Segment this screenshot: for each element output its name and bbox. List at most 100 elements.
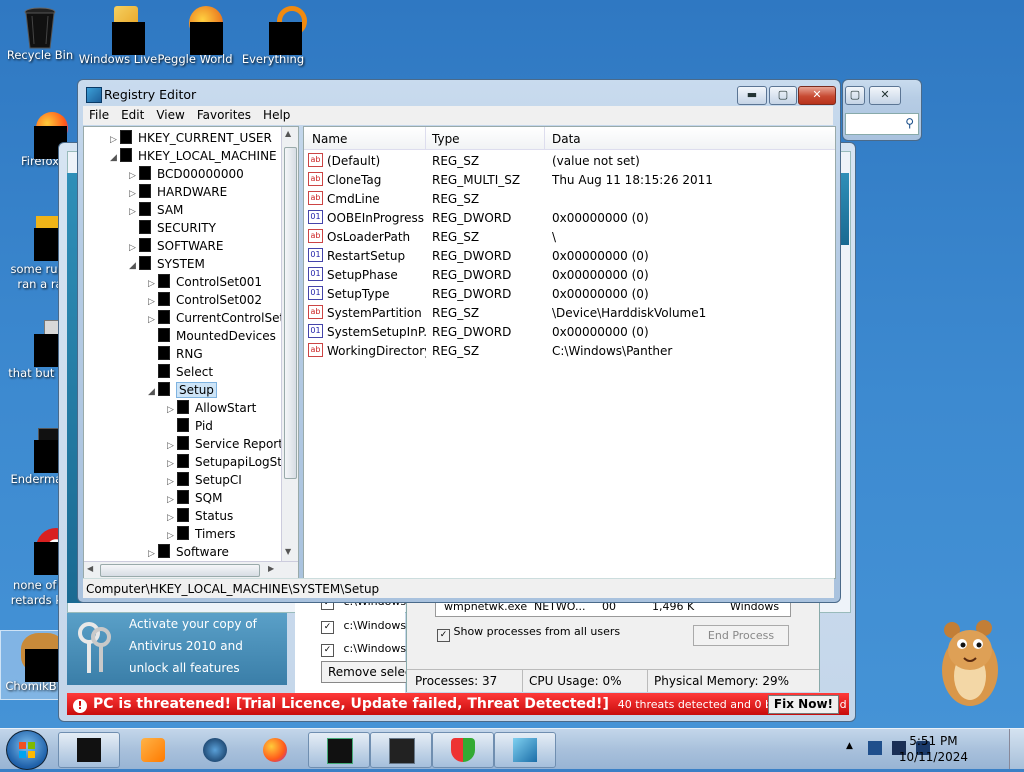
tree-node[interactable]: ▷ SOFTWARE	[129, 237, 223, 255]
tree-node[interactable]: ▷ HARDWARE	[129, 183, 227, 201]
taskbar-app-firefox[interactable]	[244, 732, 306, 768]
registry-value-row[interactable]: ab CmdLine REG_SZ	[304, 190, 835, 209]
tree-node[interactable]: ▷ Timers	[167, 525, 236, 543]
registry-value-row[interactable]: 01 RestartSetup REG_DWORD 0x00000000 (0)	[304, 247, 835, 266]
checkbox-icon[interactable]: ✓	[321, 644, 334, 657]
taskbar-app-monitor[interactable]	[308, 732, 370, 768]
tree-node[interactable]: MountedDevices	[148, 327, 276, 345]
column-header-name[interactable]: Name	[312, 132, 347, 146]
tree-node[interactable]: Select	[148, 363, 213, 381]
menu-favorites[interactable]: Favorites	[191, 106, 257, 122]
tree-expander-icon[interactable]: ▷	[148, 275, 158, 293]
antivirus-promo[interactable]: Activate your copy of Antivirus 2010 and…	[67, 613, 287, 685]
registry-value-row[interactable]: 01 SetupType REG_DWORD 0x00000000 (0)	[304, 285, 835, 304]
tree-node[interactable]: RNG	[148, 345, 203, 363]
tree-expander-icon[interactable]: ◢	[129, 257, 139, 275]
registry-value-row[interactable]: ab SystemPartition REG_SZ \Device\HarddiskV…	[304, 304, 835, 323]
registry-value-row[interactable]: ab OsLoaderPath REG_SZ \	[304, 228, 835, 247]
registry-value-row[interactable]: 01 SystemSetupInP... REG_DWORD 0x00000000 (…	[304, 323, 835, 342]
background-window[interactable]: ▢ ✕ ⚲	[842, 79, 922, 141]
tree-node[interactable]: ▷ HKEY_CURRENT_USER	[110, 129, 272, 147]
desktop-icon-peggle-world[interactable]: Peggle World	[155, 6, 235, 67]
tree-node[interactable]: ▷ AllowStart	[167, 399, 256, 417]
scroll-down-icon[interactable]: ▼	[285, 547, 291, 556]
tree-expander-icon[interactable]: ▷	[148, 293, 158, 311]
taskbar-app-media-player[interactable]	[122, 732, 184, 768]
tree-expander-icon[interactable]: ▷	[167, 509, 177, 527]
tree-expander-icon[interactable]: ▷	[148, 311, 158, 329]
tree-node[interactable]: ◢ SYSTEM	[129, 255, 205, 273]
taskbar-app-antivirus[interactable]	[432, 732, 494, 768]
registry-value-row[interactable]: ab (Default) REG_SZ (value not set)	[304, 152, 835, 171]
desktop-icon-everything[interactable]: Everything	[233, 6, 313, 67]
column-header-type[interactable]: Type	[432, 132, 460, 146]
background-window-close-button[interactable]: ✕	[869, 86, 901, 105]
registry-values-list[interactable]: Name Type Data ab (Default) REG_SZ (value n…	[303, 126, 836, 579]
menu-file[interactable]: File	[83, 106, 115, 122]
show-all-processes-checkbox[interactable]: ✓ Show processes from all users	[437, 625, 620, 642]
taskbar-app-window[interactable]	[370, 732, 432, 768]
remove-selected-button[interactable]: Remove selec	[321, 661, 417, 683]
tree-expander-icon[interactable]: ▷	[129, 203, 139, 221]
tree-expander-icon[interactable]: ◢	[148, 383, 158, 401]
desktop-icon-windows-live[interactable]: Windows Live	[78, 6, 158, 67]
taskbar-app-explorer[interactable]	[58, 732, 120, 768]
column-header-data[interactable]: Data	[552, 132, 581, 146]
tree-node[interactable]: ▷ ControlSet001	[148, 273, 262, 291]
tree-expander-icon[interactable]: ▷	[129, 185, 139, 203]
tree-expander-icon[interactable]: ▷	[129, 239, 139, 257]
menu-help[interactable]: Help	[257, 106, 296, 122]
taskbar-app-globe[interactable]	[184, 732, 246, 768]
tree-node[interactable]: ▷ SQM	[167, 489, 222, 507]
tree-expander-icon[interactable]: ▷	[129, 167, 139, 185]
tree-node[interactable]: ▷ Service Report	[167, 435, 283, 453]
tree-expander-icon[interactable]: ▷	[167, 401, 177, 419]
desktop-icon-chomikb[interactable]: ChomikB	[0, 630, 65, 700]
scroll-right-icon[interactable]: ▶	[268, 564, 274, 573]
registry-value-row[interactable]: ab CloneTag REG_MULTI_SZ Thu Aug 11 18:15:2…	[304, 171, 835, 190]
fix-now-button[interactable]: Fix Now!	[767, 695, 839, 714]
tree-node[interactable]: ▷ Status	[167, 507, 233, 525]
tree-expander-icon[interactable]: ▷	[167, 527, 177, 545]
tree-horizontal-scrollbar[interactable]: ◀ ▶	[84, 561, 298, 578]
checkbox-icon[interactable]: ✓	[321, 621, 334, 634]
minimize-button[interactable]: ▬	[737, 86, 767, 105]
end-process-button[interactable]: End Process	[693, 625, 789, 646]
registry-value-row[interactable]: ab WorkingDirectory REG_SZ C:\Windows\Panth…	[304, 342, 835, 361]
tree-expander-icon[interactable]: ▷	[110, 131, 120, 149]
tree-node[interactable]: ▷ CurrentControlSet	[148, 309, 284, 327]
tree-node[interactable]: ▷ Software	[148, 543, 229, 561]
tree-vertical-scroll-thumb[interactable]	[284, 147, 297, 479]
registry-value-row[interactable]: 01 OOBEInProgress REG_DWORD 0x00000000 (0)	[304, 209, 835, 228]
network-tray-icon[interactable]	[868, 741, 882, 755]
av-file-row[interactable]: ✓ c:\Windows	[321, 642, 411, 662]
tree-node[interactable]: Pid	[167, 417, 213, 435]
threat-alert-bar[interactable]: ! PC is threatened! [Trial Licence, Updat…	[67, 693, 849, 715]
tree-vertical-scrollbar[interactable]: ▲ ▼	[281, 127, 298, 561]
tree-horizontal-scroll-thumb[interactable]	[100, 564, 260, 577]
av-file-row[interactable]: ✓ c:\Windows	[321, 619, 411, 639]
tree-node[interactable]: ◢ Setup	[148, 381, 217, 399]
menu-edit[interactable]: Edit	[115, 106, 150, 122]
tree-expander-icon[interactable]: ▷	[167, 473, 177, 491]
tree-node[interactable]: ▷ SetupCI	[167, 471, 242, 489]
checkbox-icon[interactable]: ✓	[437, 629, 450, 642]
close-button[interactable]: ✕	[798, 86, 836, 105]
tree-node[interactable]: ◢ HKEY_LOCAL_MACHINE	[110, 147, 277, 165]
registry-tree[interactable]: ▷ Software ▷ Timers ▷ Status ▷ SQM ▷ SetupCI ▷ Setu…	[83, 126, 299, 579]
show-hidden-icons-icon[interactable]: ▲	[846, 741, 853, 751]
registry-editor-window[interactable]: Registry Editor ▬ ▢ ✕ File Edit View Favori…	[77, 79, 841, 603]
tree-node[interactable]: ▷ BCD00000000	[129, 165, 244, 183]
taskbar-app-regedit[interactable]	[494, 732, 556, 768]
tree-expander-icon[interactable]: ▷	[167, 437, 177, 455]
registry-value-row[interactable]: 01 SetupPhase REG_DWORD 0x00000000 (0)	[304, 266, 835, 285]
tree-expander-icon[interactable]: ◢	[110, 149, 120, 167]
search-icon[interactable]: ⚲	[905, 116, 914, 130]
start-button[interactable]	[6, 730, 48, 770]
taskbar-clock[interactable]: 5:51 PM 10/11/2024	[899, 733, 968, 765]
maximize-button[interactable]: ▢	[769, 86, 797, 105]
tree-node[interactable]: ▷ SAM	[129, 201, 183, 219]
scroll-up-icon[interactable]: ▲	[285, 129, 291, 138]
tree-expander-icon[interactable]: ▷	[167, 491, 177, 509]
tree-node[interactable]: SECURITY	[129, 219, 216, 237]
